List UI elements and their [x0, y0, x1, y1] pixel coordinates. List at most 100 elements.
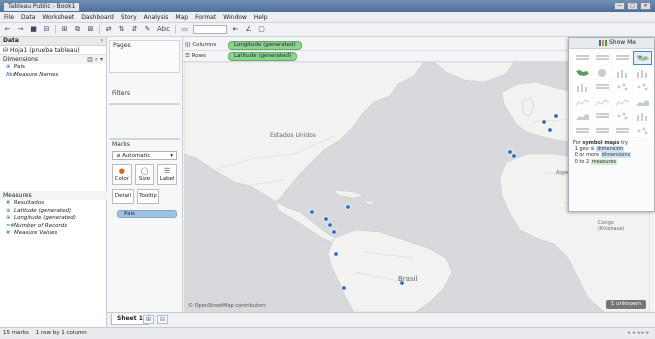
new-sheet-icon[interactable]: ⊞: [60, 25, 69, 34]
mark-type-value: Automatic: [122, 153, 151, 159]
field-longitude[interactable]: ⊕ Longitude (generated): [0, 215, 107, 223]
map-mark[interactable]: [309, 209, 315, 215]
mark-type-dropdown[interactable]: ⌀ Automatic ▾: [112, 151, 177, 160]
chart-type-treemap-icon[interactable]: [593, 80, 612, 94]
fit-dropdown[interactable]: [193, 25, 228, 34]
columns-shelf[interactable]: ||| Columns Longitude (generated): [183, 40, 570, 51]
minimize-button[interactable]: —: [614, 2, 625, 10]
pages-card[interactable]: Pages: [109, 40, 180, 73]
field-pais[interactable]: ⊕ Pais: [0, 64, 106, 72]
map-mark[interactable]: [333, 251, 339, 257]
rows-shelf[interactable]: ☰ Rows Latitude (generated): [183, 51, 570, 62]
toolbar-separator: [175, 25, 177, 34]
search-icon[interactable]: ▥ ⌕ ▾: [87, 55, 103, 64]
device-preview-icon[interactable]: ▢: [257, 25, 266, 34]
map-mark[interactable]: [327, 222, 333, 228]
map-mark[interactable]: [553, 113, 559, 119]
field-resultados[interactable]: # Resultados: [0, 200, 107, 208]
chart-pen-icon[interactable]: ∠: [244, 25, 253, 34]
menu-window[interactable]: Window: [223, 14, 247, 21]
map-mark[interactable]: [345, 204, 351, 210]
datasource-item[interactable]: ⛁ Hoja1 (prueba tableau): [0, 46, 106, 55]
menu-data[interactable]: Data: [21, 14, 35, 21]
field-measure-names[interactable]: AbcMeasure Names: [0, 72, 106, 80]
menu-help[interactable]: Help: [254, 14, 268, 21]
sheet-nav-icons[interactable]: ◂◂◂▸▸: [627, 328, 651, 339]
maximize-button[interactable]: □: [627, 2, 638, 10]
chart-type-dual-combination-icon[interactable]: [593, 109, 612, 123]
chart-type-histogram-icon[interactable]: [633, 109, 652, 123]
menu-map[interactable]: Map: [175, 14, 188, 21]
clear-sheet-icon[interactable]: ⊠: [86, 25, 95, 34]
menu-file[interactable]: File: [4, 14, 14, 21]
menu-format[interactable]: Format: [195, 14, 216, 21]
map-attribution[interactable]: © OpenStreetMap contributors: [188, 303, 266, 309]
detail-button[interactable]: Detail: [112, 189, 134, 204]
new-datasource-icon[interactable]: ⊟: [42, 25, 51, 34]
map-mark[interactable]: [323, 216, 329, 222]
columns-pill[interactable]: Longitude (generated): [228, 41, 302, 50]
label-button[interactable]: ☰ Label: [157, 164, 178, 185]
forward-arrow-icon[interactable]: →: [16, 25, 25, 34]
map-mark[interactable]: [341, 285, 347, 291]
collapse-icon[interactable]: ›: [101, 37, 103, 45]
abc-label-icon[interactable]: Abc: [156, 25, 171, 34]
map-mark[interactable]: [541, 119, 547, 125]
chart-type-discrete-lines-icon[interactable]: [593, 94, 612, 108]
new-dashboard-icon[interactable]: ⊟: [157, 315, 168, 324]
chart-type-continuous-lines-icon[interactable]: [573, 94, 592, 108]
field-number-of-records[interactable]: =#Number of Records: [0, 223, 107, 231]
chart-type-box-and-whisker-icon[interactable]: [573, 123, 592, 137]
chart-type-scatter-plot-icon[interactable]: [613, 109, 632, 123]
duplicate-sheet-icon[interactable]: ⧉: [73, 25, 82, 34]
unknown-indicator[interactable]: 1 unknown: [605, 300, 646, 309]
menu-story[interactable]: Story: [121, 14, 137, 21]
chart-type-circle-views-icon[interactable]: [613, 80, 632, 94]
back-arrow-icon[interactable]: ←: [3, 25, 12, 34]
menu-dashboard[interactable]: Dashboard: [81, 14, 114, 21]
chart-type-symbol-map-icon[interactable]: [633, 51, 652, 65]
chart-type-stacked-bars-icon[interactable]: [633, 65, 652, 79]
chart-type-continuous-area-icon[interactable]: [633, 94, 652, 108]
fit-icon[interactable]: ▭: [180, 25, 189, 34]
chart-type-bullet-graph-icon[interactable]: [613, 123, 632, 137]
menu-worksheet[interactable]: Worksheet: [42, 14, 74, 21]
menu-analysis[interactable]: Analysis: [144, 14, 169, 21]
size-button[interactable]: ◯ Size: [134, 164, 155, 185]
chart-type-filled-map-icon[interactable]: [573, 65, 592, 79]
field-measure-values[interactable]: # Measure Values: [0, 230, 107, 238]
chart-type-dual-lines-icon[interactable]: [613, 94, 632, 108]
show-me-header[interactable]: Show Me: [569, 38, 654, 49]
swap-icon[interactable]: ⇄: [104, 25, 113, 34]
chart-type-side-by-side-circles-icon[interactable]: [633, 80, 652, 94]
sort-descending-icon[interactable]: ⇵: [130, 25, 139, 34]
map-mark[interactable]: [507, 149, 513, 155]
chart-type-horizontal-bars-icon[interactable]: [613, 65, 632, 79]
chart-type-pie-chart-icon[interactable]: [593, 65, 612, 79]
highlight-icon[interactable]: ✎: [143, 25, 152, 34]
chart-type-discrete-area-icon[interactable]: [573, 109, 592, 123]
chart-type-heat-map-icon[interactable]: [593, 51, 612, 65]
chart-type-packed-bubbles-icon[interactable]: [633, 123, 652, 137]
chart-type-highlight-table-icon[interactable]: [613, 51, 632, 65]
new-worksheet-icon[interactable]: ⊞: [143, 315, 154, 324]
detail-pill-pais[interactable]: Pais: [117, 210, 177, 218]
tooltip-button[interactable]: Tooltip: [137, 189, 159, 204]
chart-type-side-by-side-bars-icon[interactable]: [573, 80, 592, 94]
chart-type-gantt-chart-icon[interactable]: [593, 123, 612, 137]
map-mark[interactable]: [547, 127, 553, 133]
sort-ascending-icon[interactable]: ⇅: [117, 25, 126, 34]
map-mark[interactable]: [511, 153, 517, 159]
color-button[interactable]: ● Color: [112, 164, 132, 185]
close-button[interactable]: ✕: [640, 2, 651, 10]
status-text: 15 marks 1 row by 1 column: [3, 330, 87, 336]
field-latitude[interactable]: ⊕ Latitude (generated): [0, 208, 107, 216]
save-icon[interactable]: ■: [29, 25, 38, 34]
presentation-icon[interactable]: ⇤: [231, 25, 240, 34]
filters-card[interactable]: Filters: [109, 89, 180, 103]
chart-type-text-table-icon[interactable]: [573, 51, 592, 65]
sheet-tab-bar: Sheet 1 ⊞ ⊟: [107, 312, 655, 327]
rows-pill[interactable]: Latitude (generated): [228, 52, 298, 61]
number-icon: #: [6, 230, 11, 236]
map-mark[interactable]: [331, 229, 337, 235]
